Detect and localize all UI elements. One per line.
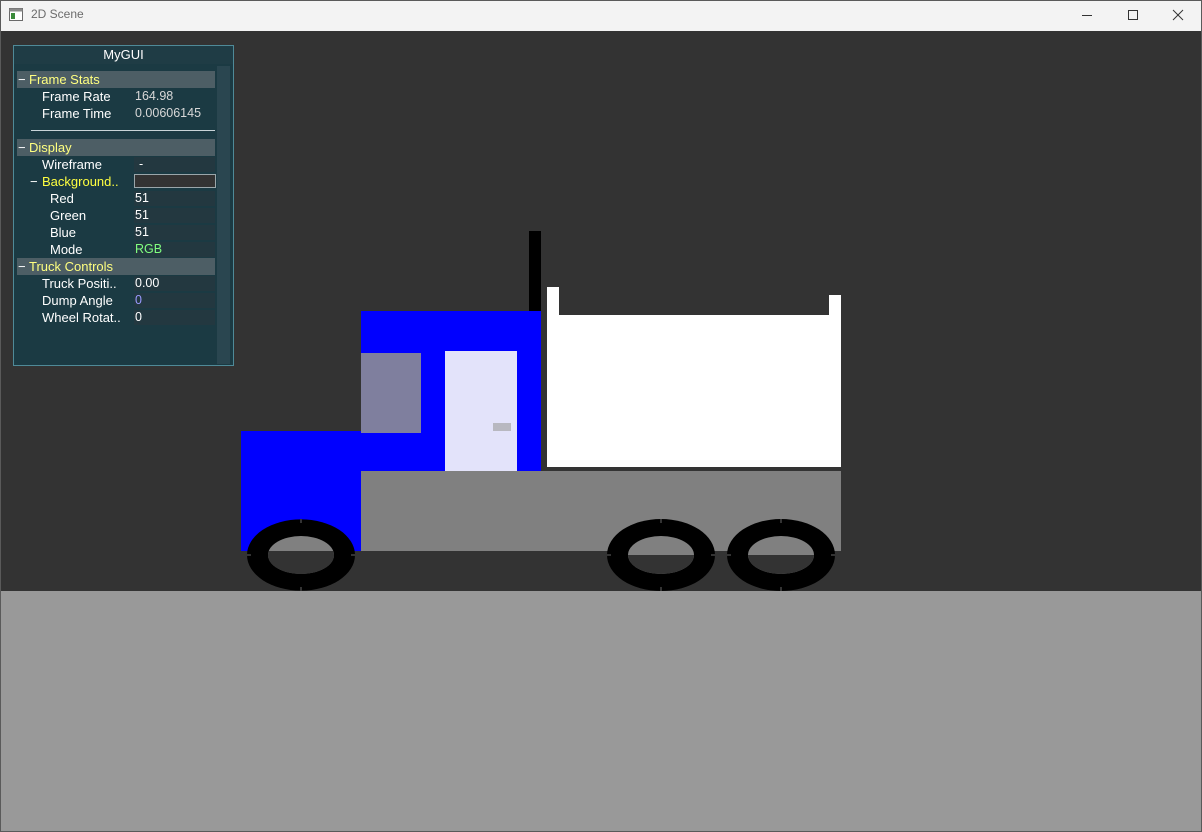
prop-label: Blue bbox=[50, 225, 77, 240]
prop-wheel-rotation[interactable]: Wheel Rotat.. 0 bbox=[17, 309, 215, 326]
exhaust-stack bbox=[529, 231, 541, 311]
minimize-button[interactable] bbox=[1064, 0, 1110, 31]
prop-label: Wheel Rotat.. bbox=[42, 310, 121, 325]
bed-front-post bbox=[547, 287, 559, 327]
prop-value: 164.98 bbox=[135, 89, 174, 103]
prop-wireframe[interactable]: Wireframe - bbox=[17, 156, 215, 173]
cab-window bbox=[361, 353, 421, 433]
folder-background[interactable]: − Background.. bbox=[17, 173, 216, 190]
bed-rear-post bbox=[829, 295, 841, 335]
title-bar: 2D Scene bbox=[0, 0, 1202, 32]
folder-truck-controls[interactable]: − Truck Controls bbox=[17, 258, 215, 275]
prop-label: Red bbox=[50, 191, 74, 206]
blue-field[interactable]: 51 bbox=[134, 225, 215, 240]
prop-label: Wireframe bbox=[42, 157, 102, 172]
gui-title[interactable]: MyGUI bbox=[14, 46, 233, 64]
close-icon bbox=[1172, 9, 1184, 21]
door-handle bbox=[493, 423, 511, 431]
folder-label: Truck Controls bbox=[29, 259, 114, 274]
mygui-panel[interactable]: MyGUI − Frame Stats Frame Rate 164.98 Fr… bbox=[13, 45, 234, 366]
prop-label: Dump Angle bbox=[42, 293, 113, 308]
prop-frame-time: Frame Time 0.00606145 bbox=[17, 105, 215, 122]
minimize-icon bbox=[1082, 15, 1092, 16]
prop-blue[interactable]: Blue 51 bbox=[17, 224, 215, 241]
prop-red[interactable]: Red 51 bbox=[17, 190, 215, 207]
prop-label: Green bbox=[50, 208, 87, 223]
folder-label: Frame Stats bbox=[29, 72, 100, 87]
folder-display[interactable]: − Display bbox=[17, 139, 215, 156]
mode-field[interactable]: RGB bbox=[134, 242, 215, 257]
dump-bed bbox=[547, 315, 841, 467]
collapse-icon[interactable]: − bbox=[18, 258, 28, 275]
maximize-button[interactable] bbox=[1110, 0, 1156, 31]
prop-dump-angle[interactable]: Dump Angle 0 bbox=[17, 292, 215, 309]
dump-angle-field[interactable]: 0 bbox=[134, 293, 215, 308]
prop-green[interactable]: Green 51 bbox=[17, 207, 215, 224]
collapse-icon[interactable]: − bbox=[30, 173, 38, 190]
gui-scrollbar[interactable] bbox=[217, 66, 230, 364]
folder-label: Background.. bbox=[42, 174, 119, 189]
prop-label: Truck Positi.. bbox=[42, 276, 117, 291]
prop-label: Frame Time bbox=[42, 106, 112, 121]
color-swatch[interactable] bbox=[134, 174, 216, 188]
prop-truck-position[interactable]: Truck Positi.. 0.00 bbox=[17, 275, 215, 292]
truck-position-field[interactable]: 0.00 bbox=[134, 276, 215, 291]
separator bbox=[31, 130, 215, 131]
prop-label: Mode bbox=[50, 242, 83, 257]
prop-label: Frame Rate bbox=[42, 89, 111, 104]
green-field[interactable]: 51 bbox=[134, 208, 215, 223]
wheel-rotation-field[interactable]: 0 bbox=[134, 310, 215, 325]
window-title: 2D Scene bbox=[31, 7, 84, 21]
prop-frame-rate: Frame Rate 164.98 bbox=[17, 88, 215, 105]
collapse-icon[interactable]: − bbox=[18, 139, 28, 156]
prop-mode[interactable]: Mode RGB bbox=[17, 241, 215, 258]
folder-frame-stats[interactable]: − Frame Stats bbox=[17, 71, 215, 88]
wireframe-checkbox[interactable]: - bbox=[134, 157, 215, 172]
app-icon bbox=[9, 8, 23, 21]
collapse-icon[interactable]: − bbox=[18, 71, 28, 88]
prop-value: 0.00606145 bbox=[135, 106, 202, 120]
close-button[interactable] bbox=[1155, 0, 1201, 31]
maximize-icon bbox=[1128, 10, 1138, 20]
red-field[interactable]: 51 bbox=[134, 191, 215, 206]
folder-label: Display bbox=[29, 140, 72, 155]
cab-door bbox=[445, 351, 517, 471]
